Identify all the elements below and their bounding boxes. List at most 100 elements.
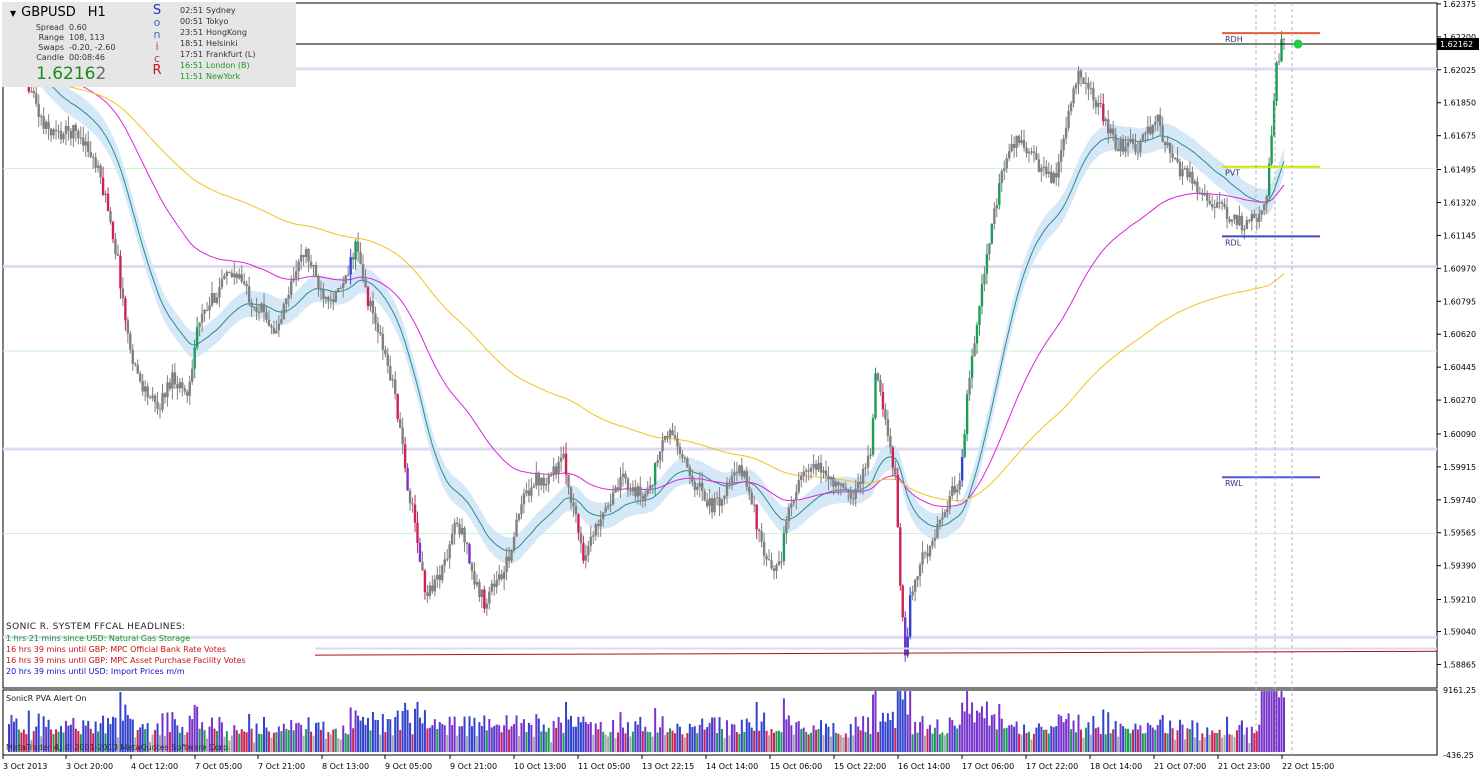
candle-body (552, 466, 555, 476)
candle-body (661, 440, 664, 452)
volume-bar (604, 734, 607, 753)
candle-body (1173, 157, 1177, 159)
volume-bar (966, 691, 969, 753)
candle-body (99, 165, 102, 178)
candle-body (540, 477, 543, 486)
candle-body (1280, 39, 1283, 62)
volume-bar (569, 715, 572, 753)
candle-body (421, 561, 424, 571)
candle-body (136, 364, 139, 374)
candle-body (356, 241, 360, 252)
candle-body (1102, 103, 1105, 122)
volume-bar (290, 719, 293, 753)
candle-body (1126, 142, 1130, 147)
volume-bar (1206, 727, 1209, 753)
candle-body (926, 553, 929, 557)
x-tick-label: 10 Oct 13:00 (514, 762, 566, 771)
volume-bar (683, 737, 686, 753)
candle-body (426, 592, 429, 597)
candle-body (359, 251, 362, 265)
volume-bar (495, 724, 498, 753)
volume-bar (696, 733, 699, 753)
volume-bar (451, 725, 454, 753)
candle-body (658, 451, 662, 461)
candle-body (1082, 77, 1085, 84)
candle-body (337, 288, 340, 292)
session-row: 23:51 HongKong (180, 28, 247, 37)
candle-body (411, 503, 414, 505)
candle-body (247, 286, 251, 303)
volume-bar (253, 742, 256, 753)
candle-body (609, 504, 612, 506)
candle-body (153, 395, 157, 402)
candle-body (1213, 207, 1216, 209)
candle-body (983, 273, 986, 285)
candle-body (32, 91, 35, 94)
candle-body (205, 309, 209, 311)
candle-body (844, 487, 847, 491)
candle-body (599, 519, 602, 527)
candle-body (374, 313, 377, 324)
volume-bar (540, 731, 543, 753)
volume-bar (498, 725, 501, 753)
candle-body (1134, 143, 1137, 152)
candle-body (985, 254, 989, 274)
volume-bar (1070, 729, 1073, 753)
y-tick-label: 1.61145 (1443, 231, 1476, 240)
candle-body (1131, 138, 1135, 144)
volume-bar (1221, 737, 1224, 753)
candle-body (265, 312, 268, 320)
candle-body (847, 490, 850, 492)
candle-body (542, 477, 545, 486)
volume-bar (876, 732, 879, 753)
volume-bar (545, 731, 548, 753)
volume-bar (1181, 724, 1184, 753)
volume-bar (723, 738, 726, 753)
candle-body (748, 486, 751, 493)
volume-bar (765, 730, 768, 753)
candle-body (332, 299, 335, 302)
candle-body (693, 481, 696, 490)
candle-body (1000, 171, 1003, 184)
volume-bar (1010, 724, 1013, 753)
candle-body (733, 472, 736, 476)
candle-body (116, 254, 120, 256)
symbol-header[interactable]: ▼ GBPUSD H1 (10, 5, 106, 20)
y-tick-label: 1.59040 (1443, 628, 1476, 637)
volume-bar (1112, 729, 1115, 753)
candle-body (384, 349, 387, 355)
volume-bar (681, 734, 684, 753)
volume-bar (978, 712, 981, 753)
candle-body (436, 574, 439, 580)
dropdown-triangle-icon[interactable]: ▼ (10, 9, 16, 18)
volume-bar (1000, 718, 1003, 753)
volume-bar (1164, 732, 1167, 753)
volume-bar (433, 719, 436, 753)
candle-body (755, 504, 758, 530)
volume-bar (587, 723, 590, 753)
x-tick-label: 18 Oct 14:00 (1090, 762, 1142, 771)
volume-bar (790, 725, 793, 753)
candle-body (770, 560, 773, 569)
volume-bar (508, 729, 511, 753)
candle-body (119, 255, 122, 289)
candle-body (842, 483, 845, 488)
volume-bar (656, 732, 659, 753)
candle-body (990, 223, 994, 244)
volume-bar (1226, 716, 1229, 753)
candle-body (1124, 146, 1127, 152)
candle-body (819, 462, 823, 473)
candle-body (1230, 219, 1234, 222)
volume-bar (574, 726, 577, 753)
volume-bar (837, 733, 840, 753)
candle-body (587, 545, 590, 556)
volume-bar (921, 716, 924, 753)
volume-bar (730, 724, 733, 753)
volume-bar (458, 726, 461, 753)
volume-bar (324, 738, 327, 753)
candle-body (564, 453, 568, 475)
volume-bar (312, 735, 315, 753)
volume-bar (607, 736, 610, 753)
candle-body (1225, 207, 1229, 220)
candle-body (698, 482, 701, 487)
